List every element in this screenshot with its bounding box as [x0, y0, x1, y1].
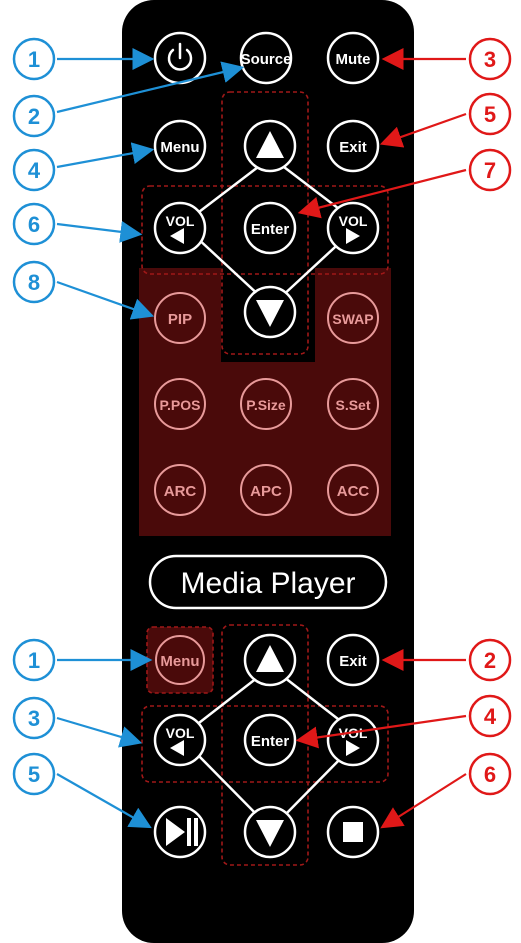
- apc-button-label: APC: [250, 483, 282, 500]
- acc-button-label: ACC: [337, 483, 370, 500]
- callout-top-6-number: 6: [28, 212, 40, 237]
- enter-button-label: Enter: [251, 221, 290, 238]
- callout-top-2-number: 2: [28, 104, 40, 129]
- callout-mp-2-number: 2: [484, 648, 496, 673]
- callout-mp-4-number: 4: [484, 704, 497, 729]
- callout-mp-3-number: 3: [28, 706, 40, 731]
- source-button[interactable]: Source: [239, 31, 293, 85]
- menu-button-label: Menu: [160, 139, 199, 156]
- mp-up-button[interactable]: [243, 633, 297, 687]
- mp-menu-label: Menu: [160, 653, 199, 670]
- mute-button[interactable]: Mute: [326, 31, 380, 85]
- mp-vol-down-button[interactable]: VOL: [153, 713, 207, 767]
- mp-enter-label: Enter: [251, 733, 290, 750]
- exit-button[interactable]: Exit: [326, 119, 380, 173]
- mp-exit-label: Exit: [339, 653, 367, 670]
- mute-button-label: Mute: [336, 51, 371, 68]
- callout-mp-6-number: 6: [484, 762, 496, 787]
- vol-right-label: VOL: [339, 213, 368, 229]
- mp-exit-button[interactable]: Exit: [326, 633, 380, 687]
- callout-mp-5-number: 5: [28, 762, 40, 787]
- up-button[interactable]: [243, 119, 297, 173]
- vol-left-label: VOL: [166, 213, 195, 229]
- mp-enter-button[interactable]: Enter: [243, 713, 297, 767]
- ppos-button-label: P.POS: [160, 397, 201, 413]
- callout-top-8-number: 8: [28, 270, 40, 295]
- stop-button[interactable]: [326, 805, 380, 859]
- power-button[interactable]: [153, 31, 207, 85]
- mp-vol-up-button[interactable]: VOL: [326, 713, 380, 767]
- play-pause-button[interactable]: [153, 805, 207, 859]
- stop-icon: [343, 822, 363, 842]
- down-button[interactable]: [243, 285, 297, 339]
- media-player-title: Media Player: [180, 567, 355, 600]
- callout-top-5-number: 5: [484, 102, 496, 127]
- callout-mp-1-number: 1: [28, 648, 40, 673]
- vol-up-button[interactable]: VOL: [326, 201, 380, 255]
- psize-button-label: P.Size: [246, 397, 286, 413]
- callout-top-1-number: 1: [28, 47, 40, 72]
- swap-button-label: SWAP: [332, 311, 373, 327]
- callout-top-6: 6: [12, 202, 143, 246]
- menu-button[interactable]: Menu: [153, 119, 207, 173]
- sset-button-label: S.Set: [335, 397, 370, 413]
- media-player-label-box: Media Player: [148, 554, 388, 610]
- vol-down-button[interactable]: VOL: [153, 201, 207, 255]
- source-button-label: Source: [241, 51, 292, 68]
- mp-down-button[interactable]: [243, 805, 297, 859]
- arc-button-label: ARC: [164, 483, 197, 500]
- callout-mp-3: 3: [12, 696, 143, 748]
- pip-button-label: PIP: [168, 311, 192, 328]
- callout-top-4-number: 4: [28, 158, 41, 183]
- mp-vol-left-label: VOL: [166, 725, 195, 741]
- callout-top-3-number: 3: [484, 47, 496, 72]
- remote-control-diagram: Source Mute Menu Exit VOL Enter VOL PIP: [12, 0, 512, 943]
- callout-top-7-number: 7: [484, 158, 496, 183]
- exit-button-label: Exit: [339, 139, 367, 156]
- enter-button[interactable]: Enter: [243, 201, 297, 255]
